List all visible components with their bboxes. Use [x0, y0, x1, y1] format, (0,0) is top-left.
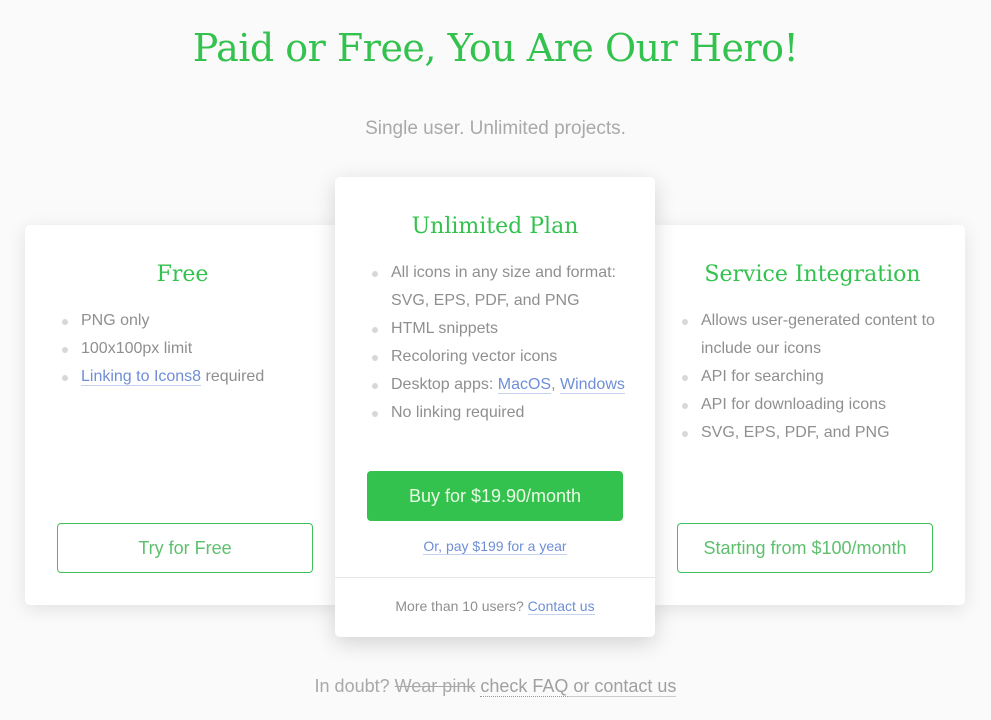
feature-item: HTML snippets	[372, 315, 641, 343]
bullet-icon	[62, 347, 68, 353]
feature-item: Allows user-generated content to include…	[682, 307, 951, 363]
macos-link[interactable]: MacOS	[497, 376, 552, 394]
buy-monthly-button[interactable]: Buy for $19.90/month	[367, 471, 623, 521]
plan-card-service-integration: Service Integration Allows user-generate…	[650, 225, 965, 605]
bullet-icon	[682, 375, 688, 381]
feature-item: No linking required	[372, 399, 641, 427]
faq-link[interactable]: check FAQ	[480, 676, 569, 697]
divider	[335, 577, 655, 578]
feature-item: API for searching	[682, 363, 951, 391]
page-subtitle: Single user. Unlimited projects.	[365, 118, 626, 139]
bullet-icon	[62, 375, 68, 381]
bullet-icon	[372, 327, 378, 333]
bullet-icon	[682, 431, 688, 437]
feature-item: 100x100px limit	[62, 335, 340, 363]
feature-list: Allows user-generated content to include…	[682, 307, 951, 447]
plan-title: Free	[156, 262, 209, 287]
plan-title: Unlimited Plan	[411, 214, 579, 239]
pay-yearly-link[interactable]: Or, pay $199 for a year	[423, 538, 567, 555]
starting-from-button[interactable]: Starting from $100/month	[677, 523, 933, 573]
bullet-icon	[372, 355, 378, 361]
linking-to-icons8-link[interactable]: Linking to Icons8	[81, 368, 202, 386]
feature-item: Linking to Icons8 required	[62, 363, 340, 391]
feature-item: All icons in any size and format: SVG, E…	[372, 259, 641, 315]
windows-link[interactable]: Windows	[559, 376, 625, 394]
feature-item: SVG, EPS, PDF, and PNG	[682, 419, 951, 447]
footer-note: In doubt? Wear pink check FAQ or contact…	[314, 676, 677, 697]
more-users-note: More than 10 users? Contact us	[395, 598, 595, 615]
feature-list: All icons in any size and format: SVG, E…	[372, 259, 641, 427]
feature-list: PNG only 100x100px limit Linking to Icon…	[62, 307, 340, 391]
plan-title: Service Integration	[704, 262, 921, 287]
strikethrough-text: Wear pink	[394, 676, 476, 696]
bullet-icon	[372, 411, 378, 417]
plan-card-unlimited: Unlimited Plan All icons in any size and…	[335, 177, 655, 637]
bullet-icon	[372, 271, 378, 277]
page-title: Paid or Free, You Are Our Hero!	[192, 26, 799, 70]
feature-item: PNG only	[62, 307, 340, 335]
bullet-icon	[682, 403, 688, 409]
bullet-icon	[372, 383, 378, 389]
bullet-icon	[682, 319, 688, 325]
feature-item: Desktop apps: MacOS, Windows	[372, 371, 641, 399]
feature-item: Recoloring vector icons	[372, 343, 641, 371]
footer-contact-link[interactable]: or contact us	[568, 676, 677, 697]
feature-item: API for downloading icons	[682, 391, 951, 419]
contact-us-link[interactable]: Contact us	[527, 598, 595, 615]
plan-card-free: Free PNG only 100x100px limit Linking to…	[25, 225, 340, 605]
try-for-free-button[interactable]: Try for Free	[57, 523, 313, 573]
bullet-icon	[62, 319, 68, 325]
